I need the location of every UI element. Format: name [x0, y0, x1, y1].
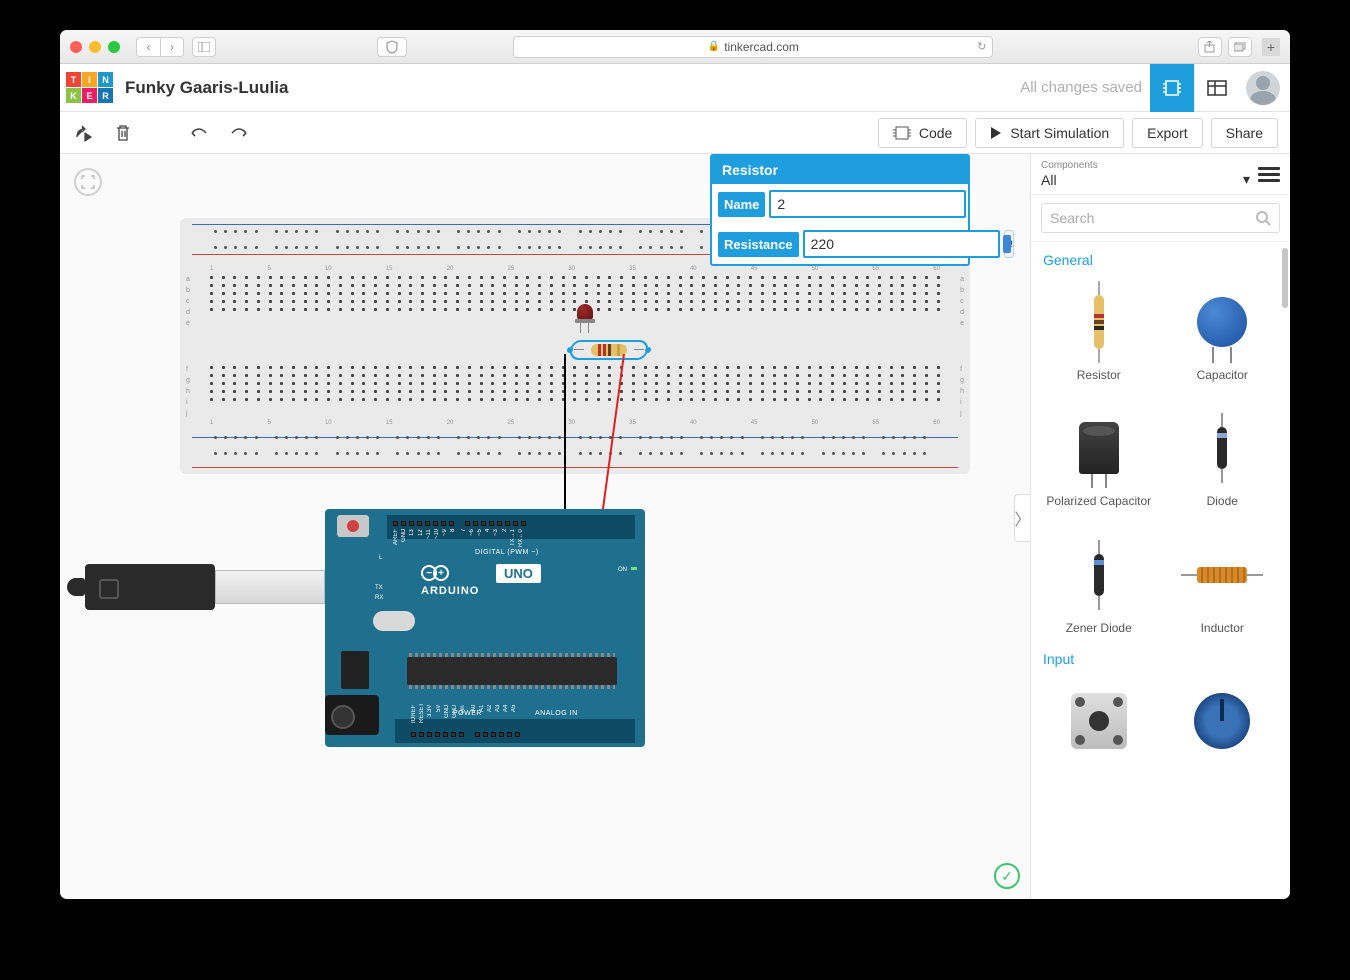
saved-status: All changes saved: [1020, 79, 1142, 96]
security-badge[interactable]: ✓: [994, 863, 1020, 889]
reload-icon[interactable]: ↻: [977, 40, 986, 53]
led-component[interactable]: [575, 304, 595, 328]
power-label: POWER: [453, 710, 482, 717]
search-input[interactable]: Search: [1041, 203, 1280, 233]
search-placeholder: Search: [1050, 210, 1094, 226]
sidebar-toggle-button[interactable]: [192, 37, 216, 57]
arduino-logo: −+: [421, 565, 449, 581]
scrollbar[interactable]: [1282, 248, 1288, 308]
arduino-name: ARDUINO: [421, 585, 479, 597]
tinkercad-logo[interactable]: TIN KER: [66, 72, 113, 103]
analog-label: ANALOG IN: [535, 710, 578, 717]
section-general: General: [1035, 246, 1286, 272]
schematic-view-button[interactable]: [1194, 64, 1238, 112]
component-polarized-capacitor[interactable]: Polarized Capacitor: [1039, 398, 1159, 518]
workspace: Resistor Name Resistance Ω abcde abcde: [60, 154, 1290, 899]
undo-icon: [189, 126, 209, 140]
back-button[interactable]: ‹: [136, 37, 160, 57]
code-label: Code: [919, 125, 952, 141]
canvas[interactable]: Resistor Name Resistance Ω abcde abcde: [60, 154, 1030, 899]
components-filter-dropdown[interactable]: Components All▾: [1041, 160, 1250, 188]
maximize-window-button[interactable]: [108, 41, 120, 53]
chevron-down-icon: ▾: [1243, 171, 1250, 188]
toolbar: Code Start Simulation Export Share: [60, 112, 1290, 154]
component-diode[interactable]: Diode: [1163, 398, 1283, 518]
app-header: TIN KER Funky Gaaris-Luulia All changes …: [60, 64, 1290, 112]
window-controls: [70, 41, 120, 53]
list-view-toggle[interactable]: [1258, 167, 1280, 182]
export-label: Export: [1147, 125, 1187, 141]
sim-label: Start Simulation: [1010, 125, 1109, 141]
resistor-component[interactable]: [584, 343, 634, 357]
collapse-sidebar-button[interactable]: 〉: [1014, 494, 1030, 542]
inspector-title: Resistor: [712, 156, 968, 184]
panel-icon: [198, 42, 210, 52]
code-button[interactable]: Code: [878, 118, 967, 148]
usb-cable[interactable]: [85, 564, 265, 610]
components-list[interactable]: General Resistor Capacitor Polarized Cap…: [1031, 242, 1290, 899]
inspector-panel: Resistor Name Resistance Ω: [710, 154, 970, 266]
digital-label: DIGITAL (PWM ~): [475, 549, 539, 556]
browser-chrome: ‹ › 🔒 tinkercad.com ↻ +: [60, 30, 1290, 64]
start-simulation-button[interactable]: Start Simulation: [975, 118, 1124, 148]
trash-icon: [115, 124, 131, 142]
url-host-text: tinkercad.com: [724, 40, 799, 54]
app-window: ‹ › 🔒 tinkercad.com ↻ + TIN KER: [60, 30, 1290, 899]
circuits-view-button[interactable]: [1150, 64, 1194, 112]
name-label: Name: [718, 192, 765, 217]
lock-icon: 🔒: [708, 41, 720, 52]
share-browser-button[interactable]: [1198, 37, 1222, 57]
chip-icon: [1161, 79, 1183, 97]
component-capacitor[interactable]: Capacitor: [1163, 272, 1283, 392]
redo-button[interactable]: [228, 122, 250, 144]
tabs-icon: [1234, 42, 1246, 52]
on-led: ON: [618, 567, 627, 573]
share-icon: [1204, 41, 1215, 53]
reset-button[interactable]: [337, 515, 369, 537]
undo-button[interactable]: [188, 122, 210, 144]
rotate-icon: [73, 123, 93, 143]
delete-tool[interactable]: [112, 122, 134, 144]
forward-button[interactable]: ›: [160, 37, 184, 57]
table-icon: [1207, 80, 1227, 96]
atmega-chip: [407, 657, 617, 685]
dc-jack: [325, 695, 379, 735]
component-inductor[interactable]: Inductor: [1163, 525, 1283, 645]
uno-badge: UNO: [495, 563, 542, 584]
resistance-label: Resistance: [718, 232, 799, 257]
component-resistor[interactable]: Resistor: [1039, 272, 1159, 392]
section-input: Input: [1035, 645, 1286, 671]
arduino-uno[interactable]: AREFGND1312~11~10~987~6~54~32TX→1RX←0 DI…: [325, 509, 645, 747]
share-button[interactable]: Share: [1211, 118, 1278, 148]
component-pushbutton[interactable]: [1039, 671, 1159, 771]
minimize-window-button[interactable]: [89, 41, 101, 53]
component-zener-diode[interactable]: Zener Diode: [1039, 525, 1159, 645]
url-bar[interactable]: 🔒 tinkercad.com ↻: [513, 36, 993, 58]
new-tab-button[interactable]: +: [1262, 38, 1280, 56]
close-window-button[interactable]: [70, 41, 82, 53]
export-button[interactable]: Export: [1132, 118, 1202, 148]
shield-icon: [385, 40, 399, 54]
component-name-input[interactable]: [769, 190, 966, 218]
unit-select[interactable]: Ω: [1004, 230, 1014, 258]
privacy-report-button[interactable]: [377, 37, 407, 57]
tabs-button[interactable]: [1228, 37, 1252, 57]
play-icon: [990, 126, 1002, 140]
resistance-input[interactable]: [803, 230, 1000, 258]
fit-icon: [81, 175, 95, 189]
rotate-tool[interactable]: [72, 122, 94, 144]
code-icon: [893, 126, 911, 140]
component-potentiometer[interactable]: [1163, 671, 1283, 771]
user-avatar[interactable]: [1246, 71, 1280, 105]
redo-icon: [229, 126, 249, 140]
project-title[interactable]: Funky Gaaris-Luulia: [125, 78, 288, 98]
zoom-to-fit-button[interactable]: [74, 168, 102, 196]
components-sidebar: Components All▾ Search General: [1030, 154, 1290, 899]
share-label: Share: [1226, 125, 1263, 141]
search-icon: [1255, 210, 1271, 226]
